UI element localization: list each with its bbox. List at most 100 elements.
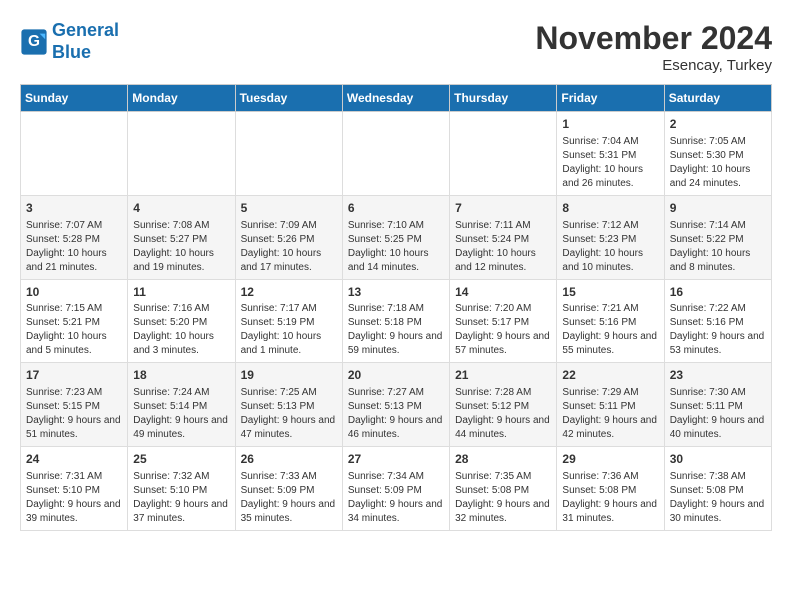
calendar-cell: 9Sunrise: 7:14 AM Sunset: 5:22 PM Daylig… <box>664 195 771 279</box>
day-number: 30 <box>670 451 766 468</box>
day-info: Sunrise: 7:32 AM Sunset: 5:10 PM Dayligh… <box>133 470 229 526</box>
day-number: 12 <box>241 284 337 301</box>
page-header: G General Blue November 2024 Esencay, Tu… <box>20 20 772 74</box>
day-info: Sunrise: 7:10 AM Sunset: 5:25 PM Dayligh… <box>348 219 444 275</box>
calendar-cell: 30 Sunrise: 7:38 AM Sunset: 5:08 PM Dayli… <box>664 447 771 531</box>
day-number: 21 <box>455 367 551 384</box>
day-number: 29 <box>562 451 658 468</box>
day-number: 26 <box>241 451 337 468</box>
calendar-cell: 23 Sunrise: 7:30 AM Sunset: 5:11 PM Dayli… <box>664 363 771 447</box>
calendar-week-row: 24 Sunrise: 7:31 AM Sunset: 5:10 PM Dayli… <box>21 447 772 531</box>
weekday-header: Monday <box>128 85 235 112</box>
day-number: 22 <box>562 367 658 384</box>
calendar-cell: 13Sunrise: 7:18 AM Sunset: 5:18 PM Dayli… <box>342 279 449 363</box>
day-info: Sunrise: 7:15 AM Sunset: 5:21 PM Dayligh… <box>26 302 122 358</box>
calendar-cell: 6Sunrise: 7:10 AM Sunset: 5:25 PM Daylig… <box>342 195 449 279</box>
calendar-cell: 26Sunrise: 7:33 AM Sunset: 5:09 PM Dayli… <box>235 447 342 531</box>
day-info: Sunrise: 7:27 AM Sunset: 5:13 PM Dayligh… <box>348 386 444 442</box>
day-number: 1 <box>562 116 658 133</box>
day-info: Sunrise: 7:05 AM Sunset: 5:30 PM Dayligh… <box>670 135 766 191</box>
day-number: 27 <box>348 451 444 468</box>
calendar-cell: 8 Sunrise: 7:12 AM Sunset: 5:23 PM Daylig… <box>557 195 664 279</box>
calendar-week-row: 10Sunrise: 7:15 AM Sunset: 5:21 PM Dayli… <box>21 279 772 363</box>
calendar-cell: 15Sunrise: 7:21 AM Sunset: 5:16 PM Dayli… <box>557 279 664 363</box>
day-info: Sunrise: 7:11 AM Sunset: 5:24 PM Dayligh… <box>455 219 551 275</box>
day-info: Sunrise: 7:20 AM Sunset: 5:17 PM Dayligh… <box>455 302 551 358</box>
calendar-cell: 17Sunrise: 7:23 AM Sunset: 5:15 PM Dayli… <box>21 363 128 447</box>
title-block: November 2024 Esencay, Turkey <box>535 20 772 74</box>
calendar-cell <box>128 112 235 196</box>
calendar-body: 1 Sunrise: 7:04 AM Sunset: 5:31 PM Daylig… <box>21 112 772 531</box>
calendar-cell: 11Sunrise: 7:16 AM Sunset: 5:20 PM Dayli… <box>128 279 235 363</box>
day-number: 23 <box>670 367 766 384</box>
day-number: 8 <box>562 200 658 217</box>
day-number: 2 <box>670 116 766 133</box>
calendar-cell: 18 Sunrise: 7:24 AM Sunset: 5:14 PM Dayli… <box>128 363 235 447</box>
calendar-cell: 2 Sunrise: 7:05 AM Sunset: 5:30 PM Daylig… <box>664 112 771 196</box>
calendar-week-row: 3 Sunrise: 7:07 AM Sunset: 5:28 PM Daylig… <box>21 195 772 279</box>
calendar-cell: 4Sunrise: 7:08 AM Sunset: 5:27 PM Daylig… <box>128 195 235 279</box>
day-number: 18 <box>133 367 229 384</box>
day-number: 16 <box>670 284 766 301</box>
calendar-cell: 21 Sunrise: 7:28 AM Sunset: 5:12 PM Dayli… <box>450 363 557 447</box>
calendar-cell <box>21 112 128 196</box>
calendar-cell: 28 Sunrise: 7:35 AM Sunset: 5:08 PM Dayli… <box>450 447 557 531</box>
day-info: Sunrise: 7:16 AM Sunset: 5:20 PM Dayligh… <box>133 302 229 358</box>
location: Esencay, Turkey <box>535 57 772 74</box>
weekday-header: Friday <box>557 85 664 112</box>
day-info: Sunrise: 7:17 AM Sunset: 5:19 PM Dayligh… <box>241 302 337 358</box>
logo-icon: G <box>20 28 48 56</box>
calendar-cell: 10Sunrise: 7:15 AM Sunset: 5:21 PM Dayli… <box>21 279 128 363</box>
weekday-header: Saturday <box>664 85 771 112</box>
day-info: Sunrise: 7:35 AM Sunset: 5:08 PM Dayligh… <box>455 470 551 526</box>
day-info: Sunrise: 7:31 AM Sunset: 5:10 PM Dayligh… <box>26 470 122 526</box>
day-number: 11 <box>133 284 229 301</box>
weekday-header: Sunday <box>21 85 128 112</box>
day-info: Sunrise: 7:22 AM Sunset: 5:16 PM Dayligh… <box>670 302 766 358</box>
day-info: Sunrise: 7:36 AM Sunset: 5:08 PM Dayligh… <box>562 470 658 526</box>
day-info: Sunrise: 7:34 AM Sunset: 5:09 PM Dayligh… <box>348 470 444 526</box>
day-number: 3 <box>26 200 122 217</box>
day-info: Sunrise: 7:24 AM Sunset: 5:14 PM Dayligh… <box>133 386 229 442</box>
day-number: 13 <box>348 284 444 301</box>
day-info: Sunrise: 7:38 AM Sunset: 5:08 PM Dayligh… <box>670 470 766 526</box>
calendar-cell: 12Sunrise: 7:17 AM Sunset: 5:19 PM Dayli… <box>235 279 342 363</box>
calendar-cell: 1 Sunrise: 7:04 AM Sunset: 5:31 PM Daylig… <box>557 112 664 196</box>
svg-text:G: G <box>28 33 40 50</box>
day-info: Sunrise: 7:18 AM Sunset: 5:18 PM Dayligh… <box>348 302 444 358</box>
day-number: 20 <box>348 367 444 384</box>
day-info: Sunrise: 7:28 AM Sunset: 5:12 PM Dayligh… <box>455 386 551 442</box>
calendar-cell: 19Sunrise: 7:25 AM Sunset: 5:13 PM Dayli… <box>235 363 342 447</box>
day-number: 17 <box>26 367 122 384</box>
day-info: Sunrise: 7:04 AM Sunset: 5:31 PM Dayligh… <box>562 135 658 191</box>
day-number: 5 <box>241 200 337 217</box>
calendar-cell: 25 Sunrise: 7:32 AM Sunset: 5:10 PM Dayli… <box>128 447 235 531</box>
calendar-week-row: 17Sunrise: 7:23 AM Sunset: 5:15 PM Dayli… <box>21 363 772 447</box>
day-info: Sunrise: 7:29 AM Sunset: 5:11 PM Dayligh… <box>562 386 658 442</box>
logo: G General Blue <box>20 20 119 63</box>
calendar-cell: 16Sunrise: 7:22 AM Sunset: 5:16 PM Dayli… <box>664 279 771 363</box>
month-title: November 2024 <box>535 20 772 57</box>
day-number: 25 <box>133 451 229 468</box>
calendar-cell: 29 Sunrise: 7:36 AM Sunset: 5:08 PM Dayli… <box>557 447 664 531</box>
day-info: Sunrise: 7:30 AM Sunset: 5:11 PM Dayligh… <box>670 386 766 442</box>
calendar-cell: 22 Sunrise: 7:29 AM Sunset: 5:11 PM Dayli… <box>557 363 664 447</box>
day-info: Sunrise: 7:21 AM Sunset: 5:16 PM Dayligh… <box>562 302 658 358</box>
day-number: 24 <box>26 451 122 468</box>
calendar-cell: 3 Sunrise: 7:07 AM Sunset: 5:28 PM Daylig… <box>21 195 128 279</box>
day-info: Sunrise: 7:07 AM Sunset: 5:28 PM Dayligh… <box>26 219 122 275</box>
calendar-cell: 24 Sunrise: 7:31 AM Sunset: 5:10 PM Dayli… <box>21 447 128 531</box>
calendar-cell <box>450 112 557 196</box>
calendar-cell: 27 Sunrise: 7:34 AM Sunset: 5:09 PM Dayli… <box>342 447 449 531</box>
calendar-week-row: 1 Sunrise: 7:04 AM Sunset: 5:31 PM Daylig… <box>21 112 772 196</box>
calendar-cell: 20 Sunrise: 7:27 AM Sunset: 5:13 PM Dayli… <box>342 363 449 447</box>
day-info: Sunrise: 7:08 AM Sunset: 5:27 PM Dayligh… <box>133 219 229 275</box>
day-info: Sunrise: 7:14 AM Sunset: 5:22 PM Dayligh… <box>670 219 766 275</box>
calendar-table: SundayMondayTuesdayWednesdayThursdayFrid… <box>20 84 772 531</box>
day-number: 10 <box>26 284 122 301</box>
logo-text: General Blue <box>52 20 119 63</box>
calendar-header-row: SundayMondayTuesdayWednesdayThursdayFrid… <box>21 85 772 112</box>
day-number: 7 <box>455 200 551 217</box>
day-info: Sunrise: 7:12 AM Sunset: 5:23 PM Dayligh… <box>562 219 658 275</box>
day-number: 28 <box>455 451 551 468</box>
